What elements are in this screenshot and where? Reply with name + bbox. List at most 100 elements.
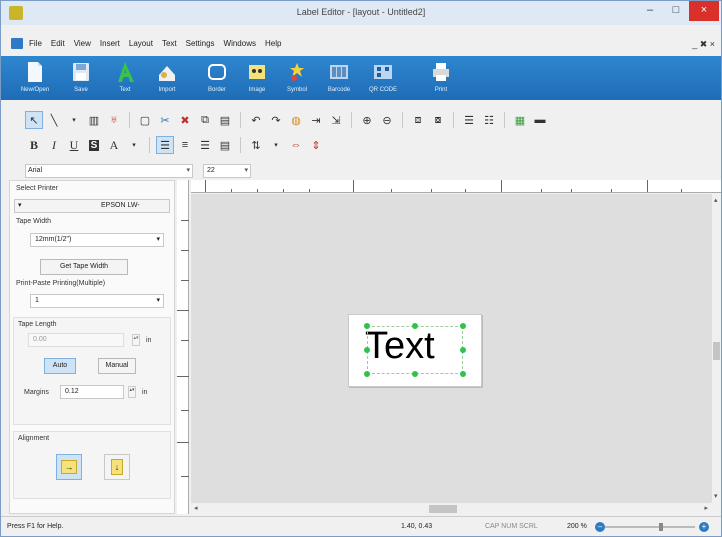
menu-help[interactable]: Help (265, 39, 281, 48)
wrap-button[interactable]: ⇲ (327, 111, 345, 129)
zoom-out-icon[interactable]: – (595, 522, 605, 532)
frame-tool-button[interactable]: ▥ (85, 111, 103, 129)
new-open-button[interactable]: New/Open (15, 56, 55, 100)
font-size-select[interactable]: 22 ▾ (203, 164, 251, 178)
minimize-button[interactable]: – (637, 1, 663, 21)
close-button[interactable]: × (689, 1, 719, 21)
print-button[interactable]: Print (421, 56, 461, 100)
resize-handle[interactable] (412, 371, 418, 377)
separator (402, 112, 403, 128)
printer-select[interactable]: ▾ EPSON LW- (14, 199, 170, 213)
margins-spinner[interactable]: ▴▾ (128, 386, 136, 398)
group-button[interactable]: ⧈ (409, 111, 427, 129)
zoom-slider[interactable] (605, 523, 695, 531)
align-horizontal-button[interactable]: → (56, 454, 82, 480)
get-tape-width-button[interactable]: Get Tape Width (40, 259, 128, 275)
save-button[interactable]: Save (61, 56, 101, 100)
auto-button[interactable]: Auto (44, 358, 76, 374)
resize-handle[interactable] (364, 371, 370, 377)
menu-text[interactable]: Text (162, 39, 177, 48)
tape-length-input[interactable]: 0.00 (28, 333, 124, 347)
text-direction-dropdown[interactable]: ▾ (267, 136, 285, 154)
view-button[interactable]: ▬ (531, 111, 549, 129)
qr-code-button[interactable]: QR CODE (363, 56, 403, 100)
resize-handle[interactable] (364, 323, 370, 329)
underline-button[interactable]: U (65, 136, 83, 154)
menu-insert[interactable]: Insert (100, 39, 120, 48)
resize-handle[interactable] (364, 347, 370, 353)
scroll-down-icon[interactable]: ▾ (714, 492, 718, 500)
manual-button[interactable]: Manual (98, 358, 136, 374)
tape-length-spinner[interactable]: ▴▾ (132, 334, 140, 346)
arrange-button[interactable]: ⇥ (307, 111, 325, 129)
layout-canvas[interactable]: Text (191, 194, 711, 502)
menu-edit[interactable]: Edit (51, 39, 65, 48)
vertical-scroll-thumb[interactable] (713, 342, 720, 360)
align-vertical-button[interactable]: ↓ (104, 454, 130, 480)
grid-button[interactable]: ▦ (511, 111, 529, 129)
border-button[interactable]: Border (197, 56, 237, 100)
cut-button[interactable]: ✂ (156, 111, 174, 129)
align-right-button[interactable]: ☰ (196, 136, 214, 154)
zoom-out-button[interactable]: ⊖ (378, 111, 396, 129)
scroll-left-icon[interactable]: ◂ (194, 504, 198, 512)
menu-windows[interactable]: Windows (224, 39, 256, 48)
scroll-right-icon[interactable]: ▸ (704, 504, 708, 512)
import-button[interactable]: Import (147, 56, 187, 100)
line-tool-button[interactable]: ╲ (45, 111, 63, 129)
resize-handle[interactable] (412, 323, 418, 329)
text-direction-button[interactable]: ⇅ (247, 136, 265, 154)
resize-handle[interactable] (460, 347, 466, 353)
outline-button[interactable]: S (85, 136, 103, 154)
line-dropdown-button[interactable]: ▾ (65, 111, 83, 129)
redo-button[interactable]: ↷ (267, 111, 285, 129)
fit-height-button[interactable]: ⇕ (307, 136, 325, 154)
mdi-controls[interactable]: _ ✖ × (692, 39, 715, 50)
scroll-up-icon[interactable]: ▴ (714, 196, 718, 204)
menu-file[interactable]: File (29, 39, 42, 48)
copy-frame-button[interactable]: ▢ (136, 111, 154, 129)
align-center-objects-button[interactable]: ☷ (480, 111, 498, 129)
menu-view[interactable]: View (74, 39, 91, 48)
text-style-dropdown[interactable]: ▾ (125, 136, 143, 154)
font-name-select[interactable]: Arial ▾ (25, 164, 193, 178)
align-center-button[interactable]: ≡ (176, 136, 194, 154)
title-bar[interactable]: Label Editor - [layout - Untitled2] – □ … (1, 1, 721, 25)
text-button[interactable]: Text (105, 56, 145, 100)
zoom-in-button[interactable]: ⊕ (358, 111, 376, 129)
tape-label[interactable]: Text (348, 314, 482, 387)
fit-width-button[interactable]: ⇔ (287, 136, 305, 154)
ribbon-tool-button[interactable]: ♅ (105, 111, 123, 129)
menu-layout[interactable]: Layout (129, 39, 153, 48)
resize-handle[interactable] (460, 371, 466, 377)
zoom-in-icon[interactable]: + (699, 522, 709, 532)
menu-settings[interactable]: Settings (186, 39, 215, 48)
maximize-button[interactable]: □ (663, 1, 689, 21)
print-paste-select[interactable]: 1 ▾ (30, 294, 164, 308)
italic-button[interactable]: I (45, 136, 63, 154)
tape-width-select[interactable]: 12mm(1/2") ▾ (30, 233, 164, 247)
horizontal-scroll-thumb[interactable] (429, 505, 457, 513)
horizontal-scrollbar[interactable]: ◂ ▸ (191, 502, 711, 514)
select-tool-button[interactable]: ↖ (25, 111, 43, 129)
margins-input[interactable]: 0.12 (60, 385, 124, 399)
zoom-slider-knob[interactable] (659, 523, 663, 531)
vertical-scrollbar[interactable]: ▴ ▾ (711, 194, 721, 502)
align-left-objects-button[interactable]: ☰ (460, 111, 478, 129)
undo-button[interactable]: ↶ (247, 111, 265, 129)
delete-button[interactable]: ✖ (176, 111, 194, 129)
fill-button[interactable]: ◍ (287, 111, 305, 129)
text-style-button[interactable]: A (105, 136, 123, 154)
symbol-button[interactable]: Symbol (277, 56, 317, 100)
tape-length-label: Tape Length (18, 321, 57, 328)
align-left-button[interactable]: ☰ (156, 136, 174, 154)
vertical-text-button[interactable]: ▤ (216, 136, 234, 154)
barcode-button[interactable]: Barcode (319, 56, 359, 100)
resize-handle[interactable] (460, 323, 466, 329)
ungroup-button[interactable]: ⧇ (429, 111, 447, 129)
bold-button[interactable]: B (25, 136, 43, 154)
paste-button[interactable]: ▤ (216, 111, 234, 129)
fit-height-icon: ⇕ (311, 139, 321, 152)
copy-button[interactable]: ⧉ (196, 111, 214, 129)
image-button[interactable]: Image (237, 56, 277, 100)
